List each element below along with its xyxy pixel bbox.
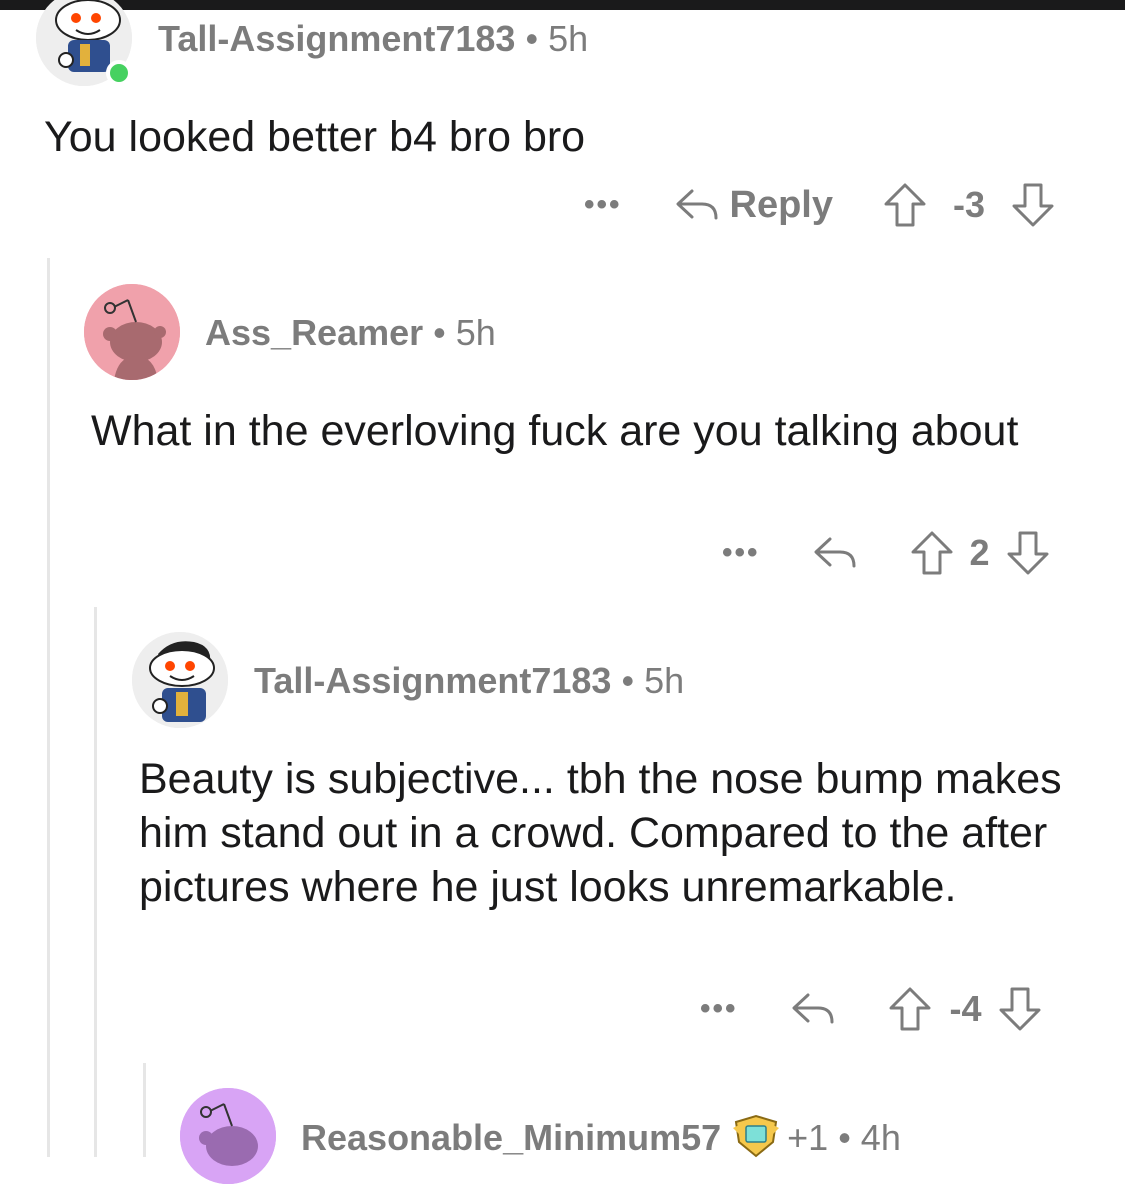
reply-button[interactable]	[812, 535, 858, 571]
comment-meta: Tall-Assignment7183 • 5h	[254, 660, 684, 702]
reply-button[interactable]: Reply	[674, 184, 833, 227]
upvote-button[interactable]	[883, 182, 927, 228]
username[interactable]: Reasonable_Minimum57	[301, 1117, 721, 1158]
comment-meta: Tall-Assignment7183 • 5h	[158, 18, 588, 60]
timestamp[interactable]: 5h	[548, 18, 588, 59]
vote-score: -3	[953, 184, 986, 225]
vote-score: 2	[969, 532, 990, 573]
thread-line-level-2[interactable]	[94, 607, 97, 1157]
award-flair[interactable]	[733, 1114, 780, 1167]
comment-meta: Reasonable_Minimum57 +1 • 4h	[301, 1114, 901, 1167]
more-options-button[interactable]: •••	[722, 536, 760, 570]
thread-line-level-3[interactable]	[143, 1063, 146, 1157]
upvote-arrow-icon	[884, 183, 926, 227]
avatar[interactable]	[132, 632, 228, 728]
comment-actions: ••• 2	[722, 528, 1050, 578]
avatar[interactable]	[84, 284, 180, 380]
username[interactable]: Ass_Reamer	[205, 312, 423, 353]
snoo-avatar-icon	[180, 1088, 276, 1184]
reply-arrow-icon	[814, 537, 856, 568]
timestamp[interactable]: 5h	[644, 660, 684, 701]
downvote-arrow-icon	[1007, 531, 1049, 575]
separator-dot: •	[433, 312, 446, 353]
downvote-arrow-icon	[1012, 183, 1054, 227]
comment-body: What in the everloving fuck are you talk…	[91, 404, 1051, 458]
comment-text: What in the everloving fuck are you talk…	[91, 407, 1019, 455]
reply-button[interactable]	[790, 991, 836, 1027]
comment-text: Beauty is subjective... tbh the nose bum…	[139, 755, 1062, 911]
online-indicator	[106, 60, 132, 86]
username[interactable]: Tall-Assignment7183	[158, 18, 515, 59]
more-options-button[interactable]: •••	[584, 188, 622, 222]
snoo-avatar-icon	[132, 632, 228, 728]
upvote-button[interactable]	[888, 986, 932, 1032]
upvote-button[interactable]	[910, 530, 954, 576]
separator-dot: •	[621, 660, 635, 701]
comment-meta: Ass_Reamer • 5h	[205, 312, 496, 354]
comment-actions: ••• Reply -3	[584, 180, 1055, 230]
comment-text: You looked better b4 bro bro	[44, 113, 586, 161]
username[interactable]: Tall-Assignment7183	[254, 660, 611, 701]
downvote-button[interactable]	[998, 986, 1042, 1032]
downvote-button[interactable]	[1011, 182, 1055, 228]
timestamp[interactable]: 4h	[861, 1117, 901, 1158]
upvote-arrow-icon	[911, 531, 953, 575]
avatar[interactable]	[180, 1088, 276, 1184]
comment-body: You looked better b4 bro bro	[44, 110, 1084, 164]
downvote-button[interactable]	[1006, 530, 1050, 576]
award-count[interactable]: +1	[787, 1117, 828, 1158]
comment-actions: ••• -4	[700, 984, 1042, 1034]
thread-line-level-1[interactable]	[47, 258, 50, 1157]
snoo-avatar-icon	[84, 284, 180, 380]
reply-arrow-icon	[676, 189, 718, 220]
downvote-arrow-icon	[999, 987, 1041, 1031]
top-status-bar	[0, 0, 1125, 10]
separator-dot: •	[838, 1117, 851, 1159]
reply-label: Reply	[729, 183, 833, 226]
comment-body: Beauty is subjective... tbh the nose bum…	[139, 752, 1069, 914]
vote-score: -4	[949, 988, 982, 1029]
timestamp[interactable]: 5h	[456, 312, 496, 353]
award-shield-icon	[733, 1114, 780, 1158]
separator-dot: •	[525, 18, 539, 59]
reply-arrow-icon	[792, 993, 834, 1024]
more-options-button[interactable]: •••	[700, 992, 738, 1026]
upvote-arrow-icon	[889, 987, 931, 1031]
